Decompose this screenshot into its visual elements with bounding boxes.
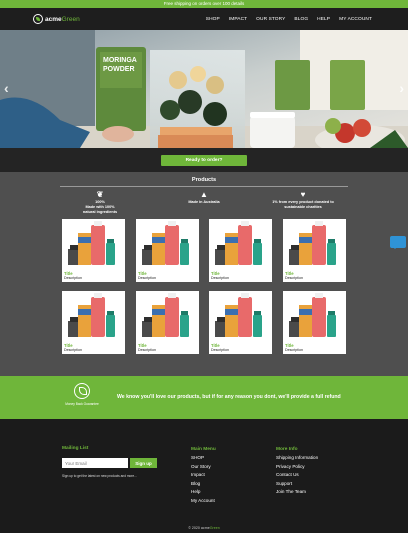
signup-button[interactable]: Sign up bbox=[130, 458, 157, 468]
more-info-heading: More Info bbox=[276, 447, 298, 452]
bag-title-line1: MORINGA bbox=[103, 57, 137, 64]
logo-leaf-icon bbox=[33, 14, 43, 24]
product-card[interactable]: Title Description bbox=[283, 291, 346, 354]
product-card[interactable]: Title Description bbox=[136, 291, 199, 354]
feature-natural: ❦ 100% Made with 100% natural ingredient… bbox=[60, 191, 140, 215]
product-image bbox=[68, 293, 115, 337]
product-description: Description bbox=[64, 276, 82, 280]
footer-main-menu: SHOP Our Story Impact Blog Help My Accou… bbox=[191, 454, 215, 505]
product-card[interactable]: Title Description bbox=[283, 219, 346, 282]
product-image bbox=[289, 293, 336, 337]
mailing-list-heading: Mailing List bbox=[62, 446, 89, 451]
nav-help[interactable]: HELP bbox=[317, 17, 330, 22]
nav-shop[interactable]: SHOP bbox=[206, 17, 220, 22]
product-description: Description bbox=[138, 348, 156, 352]
product-image bbox=[215, 293, 262, 337]
copyright: © 2020 acmeGreen bbox=[188, 526, 220, 530]
chat-widget-icon[interactable] bbox=[390, 236, 406, 249]
nav-blog[interactable]: BLOG bbox=[294, 17, 308, 22]
hero-carousel: MORINGA POWDER ‹ › bbox=[0, 30, 408, 148]
product-image bbox=[215, 221, 262, 265]
signup-note: Sign up to get the latest on new product… bbox=[62, 474, 137, 478]
product-description: Description bbox=[64, 348, 82, 352]
feature-charity: ♥ 1% from every product donated to susta… bbox=[262, 191, 344, 210]
product-card[interactable]: Title Description bbox=[62, 291, 125, 354]
footer-link-impact[interactable]: Impact bbox=[191, 471, 215, 480]
money-back-badge: Money Back Guarantee bbox=[62, 383, 102, 406]
email-input[interactable] bbox=[62, 458, 128, 468]
logo[interactable]: acmeGreen bbox=[33, 14, 80, 24]
footer-link-my-account[interactable]: My Account bbox=[191, 497, 215, 506]
product-description: Description bbox=[211, 276, 229, 280]
main-menu-heading: Main Menu bbox=[191, 447, 216, 452]
australia-map-icon: ▲ bbox=[200, 190, 208, 199]
promo-bar: Free shipping on orders over 100 details bbox=[0, 0, 408, 8]
money-back-label: Money Back Guarantee bbox=[65, 402, 99, 406]
promo-text: Free shipping on orders over 100 details bbox=[163, 1, 245, 6]
product-description: Description bbox=[285, 348, 303, 352]
product-card[interactable]: Title Description bbox=[209, 291, 272, 354]
guarantee-banner: Money Back Guarantee We know you'll love… bbox=[0, 376, 408, 419]
footer-link-our-story[interactable]: Our Story bbox=[191, 463, 215, 472]
footer-more-info: Shipping Information Privacy Policy Cont… bbox=[276, 454, 318, 497]
top-nav: acmeGreen SHOP IMPACT OUR STORY BLOG HEL… bbox=[0, 8, 408, 30]
nav-my-account[interactable]: MY ACCOUNT bbox=[339, 17, 372, 22]
product-card[interactable]: Title Description bbox=[209, 219, 272, 282]
footer-link-shop[interactable]: SHOP bbox=[191, 454, 215, 463]
products-heading: Products bbox=[191, 177, 217, 183]
product-image bbox=[289, 221, 336, 265]
hands-heart-icon: ♥ bbox=[300, 190, 306, 199]
leaf-icon: ❦ bbox=[96, 190, 104, 199]
footer-link-privacy[interactable]: Privacy Policy bbox=[276, 463, 318, 472]
product-description: Description bbox=[285, 276, 303, 280]
bag-title-line2: POWDER bbox=[103, 66, 135, 73]
guarantee-text: We know you'll love our products, but if… bbox=[117, 394, 341, 400]
footer-link-contact[interactable]: Contact Us bbox=[276, 471, 318, 480]
carousel-next-icon[interactable]: › bbox=[399, 80, 404, 96]
main-menu: SHOP IMPACT OUR STORY BLOG HELP MY ACCOU… bbox=[206, 17, 372, 22]
footer: Mailing List Sign up Sign up to get the … bbox=[0, 419, 408, 533]
product-image bbox=[68, 221, 115, 265]
footer-link-blog[interactable]: Blog bbox=[191, 480, 215, 489]
nav-our-story[interactable]: OUR STORY bbox=[256, 17, 285, 22]
footer-link-shipping[interactable]: Shipping Information bbox=[276, 454, 318, 463]
logo-text: acmeGreen bbox=[45, 15, 80, 23]
footer-link-help[interactable]: Help bbox=[191, 488, 215, 497]
cta-band: Ready to order? bbox=[0, 148, 408, 172]
leaf-badge-icon bbox=[74, 383, 90, 399]
carousel-prev-icon[interactable]: ‹ bbox=[4, 80, 9, 96]
ready-to-order-button[interactable]: Ready to order? bbox=[161, 154, 247, 166]
footer-link-join-team[interactable]: Join The Team bbox=[276, 488, 318, 497]
footer-link-support[interactable]: Support bbox=[276, 480, 318, 489]
hero-image: MORINGA POWDER bbox=[0, 30, 408, 148]
products-divider bbox=[60, 186, 348, 187]
products-section: Products ❦ 100% Made with 100% natural i… bbox=[0, 172, 408, 376]
product-card[interactable]: Title Description bbox=[136, 219, 199, 282]
nav-impact[interactable]: IMPACT bbox=[229, 17, 247, 22]
product-description: Description bbox=[211, 348, 229, 352]
product-image bbox=[142, 221, 189, 265]
product-image bbox=[142, 293, 189, 337]
feature-australia: ▲ Made in Australia bbox=[164, 191, 244, 205]
product-description: Description bbox=[138, 276, 156, 280]
product-card[interactable]: Title Description bbox=[62, 219, 125, 282]
